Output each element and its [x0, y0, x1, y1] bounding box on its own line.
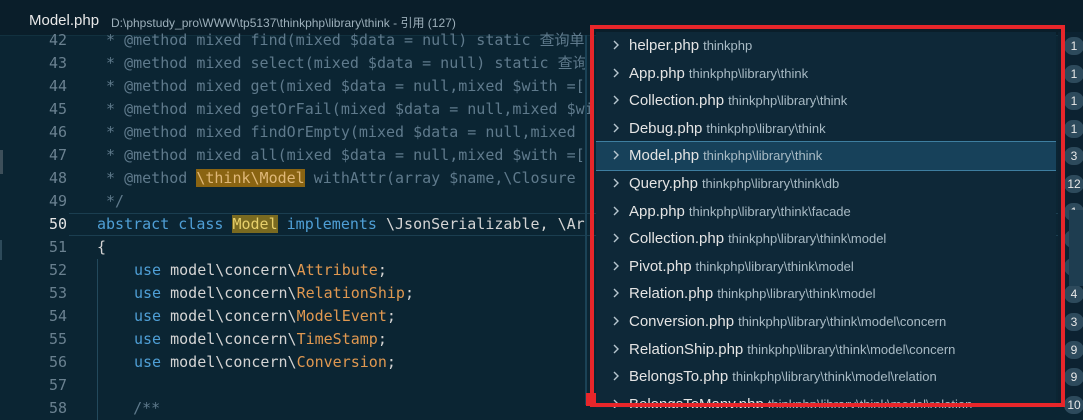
code-punct: ;: [386, 353, 396, 371]
line-number: 48: [48, 169, 67, 187]
line-number: 50: [48, 215, 67, 233]
namespace: model\concern\: [170, 353, 297, 371]
reference-count-badge: 4: [1064, 285, 1083, 304]
annotation-highlight-box: [590, 25, 1065, 407]
code-comment: withAttr(array $name,\Closure: [304, 169, 576, 187]
code-text[interactable]: * @method mixed all(mixed $data = null,m…: [97, 144, 585, 167]
reference-count-badge: 12: [1064, 175, 1083, 193]
indent-guide: [97, 351, 98, 374]
line-number: 45: [48, 100, 67, 118]
keyword: use: [134, 330, 171, 348]
reference-count-badge: 1: [1064, 119, 1083, 138]
code-plain: \JsonSerializable, \Ar: [386, 215, 585, 233]
code-punct: ;: [377, 261, 387, 279]
code-text[interactable]: abstract class Model implements \JsonSer…: [97, 213, 585, 236]
trait-name: RelationShip: [296, 284, 405, 302]
line-number: 51: [48, 238, 67, 256]
keyword: abstract class: [97, 215, 233, 233]
code-text[interactable]: * @method mixed getOrFail(mixed $data = …: [97, 98, 594, 121]
code-text[interactable]: use model\concern\RelationShip;: [134, 282, 414, 305]
line-number: 56: [48, 353, 67, 371]
namespace: model\concern\: [170, 330, 297, 348]
line-number: 46: [48, 123, 67, 141]
reference-count-badge: 1: [1064, 37, 1083, 55]
indent-guide: [97, 259, 98, 282]
peek-view-divider: [585, 35, 587, 405]
line-number: 43: [48, 54, 67, 72]
line-number: 55: [48, 330, 67, 348]
code-text[interactable]: * @method mixed get(mixed $data = null,m…: [97, 75, 585, 98]
code-text[interactable]: * @method mixed select(mixed $data = nul…: [97, 52, 588, 75]
line-number: 58: [48, 399, 67, 417]
indent-guide: [97, 282, 98, 305]
line-number: 42: [48, 31, 67, 49]
code-text[interactable]: * @method \think\Model withAttr(array $n…: [97, 167, 576, 190]
code-text[interactable]: */: [97, 190, 124, 213]
line-number: 49: [48, 192, 67, 210]
line-number: 44: [48, 77, 67, 95]
keyword: implements: [277, 215, 386, 233]
reference-count-badge: 3: [1064, 313, 1083, 331]
code-text[interactable]: * @method mixed findOrEmpty(mixed $data …: [97, 121, 585, 144]
line-number: 47: [48, 146, 67, 164]
keyword: use: [134, 284, 171, 302]
code-text[interactable]: use model\concern\Attribute;: [134, 259, 387, 282]
line-number: 53: [48, 284, 67, 302]
reference-count-badge: 9: [1064, 368, 1083, 387]
code-text[interactable]: * @method mixed find(mixed $data = null)…: [97, 29, 585, 52]
trait-name: TimeStamp: [296, 330, 378, 348]
reference-count-badge: 3: [1064, 147, 1083, 166]
code-text[interactable]: /**: [97, 397, 160, 420]
reference-highlight[interactable]: \think\Model: [196, 169, 305, 187]
reference-count-badge: 1: [1064, 92, 1083, 111]
code-text[interactable]: use model\concern\ModelEvent;: [134, 305, 396, 328]
indent-guide: [97, 374, 98, 397]
code-text[interactable]: use model\concern\Conversion;: [134, 351, 396, 374]
line-number: 57: [48, 376, 67, 394]
line-number: 52: [48, 261, 67, 279]
code-punct: ;: [377, 330, 387, 348]
annotation-highlight-corner: [586, 393, 596, 406]
reference-count-badge: 9: [1064, 340, 1083, 359]
code-text[interactable]: use model\concern\TimeStamp;: [134, 328, 387, 351]
line-number: 54: [48, 307, 67, 325]
trait-name: Conversion: [296, 353, 387, 371]
reference-count-badge: 10: [1064, 395, 1083, 414]
keyword: use: [134, 261, 171, 279]
indent-guide: [97, 328, 98, 351]
tab-file-name[interactable]: Model.php: [29, 12, 99, 29]
trait-name: Attribute: [296, 261, 378, 279]
keyword: use: [134, 353, 171, 371]
indent-guide: [97, 305, 98, 328]
class-name-highlight[interactable]: Model: [232, 215, 278, 233]
namespace: model\concern\: [170, 284, 297, 302]
code-text[interactable]: {: [97, 236, 106, 259]
code-comment: * @method: [97, 169, 197, 187]
references-count-label: 引用 (127): [400, 16, 456, 30]
trait-name: ModelEvent: [296, 307, 387, 325]
path-separator: -: [389, 16, 401, 30]
code-punct: ;: [386, 307, 396, 325]
code-punct: ;: [404, 284, 414, 302]
namespace: model\concern\: [170, 261, 297, 279]
reference-count-badge: 1: [1064, 64, 1083, 83]
scrollbar-thumb[interactable]: [1069, 210, 1083, 286]
file-path-text: D:\phpstudy_pro\WWW\tp5137\thinkphp\libr…: [111, 16, 390, 30]
keyword: use: [134, 307, 171, 325]
namespace: model\concern\: [170, 307, 297, 325]
